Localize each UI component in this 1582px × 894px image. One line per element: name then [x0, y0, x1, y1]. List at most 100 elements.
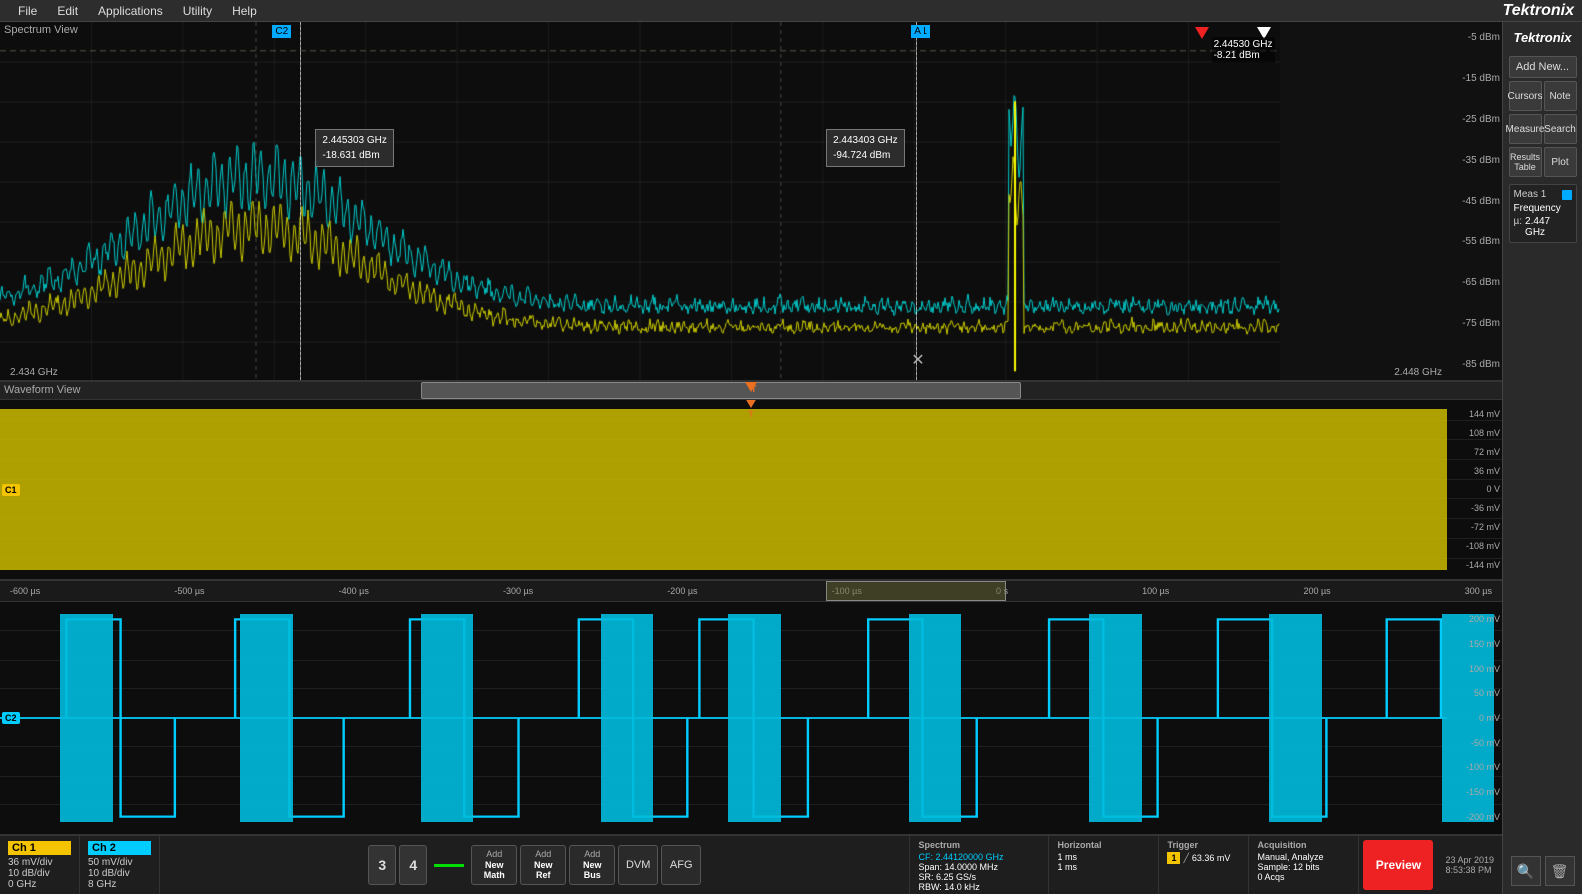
ch2-pulse-4b	[601, 718, 654, 822]
spectrum-view-label: Spectrum View	[4, 24, 78, 36]
meas1-title-row: Meas 1	[1514, 189, 1572, 200]
ch1-info: Ch 1 36 mV/div 10 dB/div 0 GHz	[0, 836, 80, 894]
meas1-dot	[1562, 190, 1572, 200]
ch2-pulse-6	[909, 614, 962, 718]
center-area: Spectrum View -5 dBm -15 dBm -25 dBm -35…	[0, 22, 1502, 894]
btn-4[interactable]: 4	[399, 845, 427, 885]
afg-btn[interactable]: AFG	[661, 845, 701, 885]
dvm-btn[interactable]: DVM	[618, 845, 658, 885]
note-btn[interactable]: Note	[1544, 81, 1577, 111]
ch2-pulse-5	[728, 614, 781, 718]
ch1-y-4: 0 V	[1449, 484, 1500, 494]
horiz-v1: 1 ms	[1057, 852, 1150, 862]
add-math-line3: Math	[484, 870, 505, 881]
preview-btn[interactable]: Preview	[1363, 840, 1433, 890]
spectrum-info: Spectrum CF: 2.44120000 GHz Span: 14.000…	[909, 836, 1049, 894]
add-math-line1: Add	[486, 849, 502, 860]
time-label-3: -300 µs	[503, 586, 533, 596]
time-axis: -600 µs -500 µs -400 µs -300 µs -200 µs …	[0, 580, 1502, 602]
add-math-btn[interactable]: Add New Math	[471, 845, 517, 885]
right-panel: Tektronix Add New... Cursors Note Measur…	[1502, 22, 1582, 894]
trigger-arrow: ╱	[1183, 853, 1188, 864]
y-label-2: -25 dBm	[1454, 114, 1500, 125]
add-new-btn[interactable]: Add New...	[1509, 56, 1577, 78]
ch1-v1: 36 mV/div	[8, 857, 71, 868]
add-bus-line2: New	[583, 860, 602, 871]
add-bus-btn[interactable]: Add New Bus	[569, 845, 615, 885]
plot-btn[interactable]: Plot	[1544, 147, 1577, 177]
ch1-y-labels: 144 mV 108 mV 72 mV 36 mV 0 V -36 mV -72…	[1447, 400, 1502, 579]
cursors-btn[interactable]: Cursors	[1509, 81, 1542, 111]
y-label-8: -85 dBm	[1454, 359, 1500, 370]
date-display: 23 Apr 2019	[1445, 855, 1494, 865]
cursor-white-freq: 2.443403 GHz	[833, 133, 898, 148]
delete-btn[interactable]: 🗑	[1545, 856, 1575, 886]
meas1-panel: Meas 1 Frequency µ: 2.447 GHz	[1509, 184, 1577, 243]
time-label-8: 200 µs	[1303, 586, 1330, 596]
time-label-2: -400 µs	[339, 586, 369, 596]
add-ref-line1: Add	[535, 849, 551, 860]
acq-header: Acquisition	[1257, 840, 1350, 850]
time-label-7: 100 µs	[1142, 586, 1169, 596]
acq-sample: Sample: 12 bits	[1257, 862, 1350, 872]
btn-3[interactable]: 3	[368, 845, 396, 885]
menu-help[interactable]: Help	[222, 2, 267, 20]
ch1-y-7: -108 mV	[1449, 541, 1500, 551]
menu-applications[interactable]: Applications	[88, 2, 173, 20]
y-label-4: -45 dBm	[1454, 196, 1500, 207]
ch2-info: Ch 2 50 mV/div 10 dB/div 8 GHz	[80, 836, 160, 894]
zoom-btn[interactable]: 🔍	[1511, 856, 1541, 886]
add-math-line2: New	[485, 860, 504, 871]
cursor-a-badge: A	[911, 25, 924, 38]
green-separator	[434, 864, 464, 867]
meas1-type: Frequency	[1514, 203, 1572, 214]
status-bar: Ch 1 36 mV/div 10 dB/div 0 GHz Ch 2 50 m…	[0, 834, 1502, 894]
measure-btn[interactable]: Measure	[1509, 114, 1542, 144]
y-label-7: -75 dBm	[1454, 318, 1500, 329]
datetime-info: 23 Apr 2019 8:53:38 PM	[1437, 836, 1502, 894]
trigger-r-marker	[1195, 27, 1209, 39]
add-ref-btn[interactable]: Add New Ref	[520, 845, 566, 885]
search-btn[interactable]: Search	[1544, 114, 1577, 144]
cursor-c2-badge: C2	[272, 25, 291, 38]
results-table-btn[interactable]: Results Table	[1509, 147, 1542, 177]
bottom-icons: 🔍 🗑	[1511, 852, 1575, 890]
ch1-badge: C1	[2, 484, 20, 496]
menu-edit[interactable]: Edit	[47, 2, 88, 20]
ch2-y-5: -50 mV	[1449, 738, 1500, 748]
menubar: File Edit Applications Utility Help Tekt…	[0, 0, 1582, 22]
waveform-t-label: T	[745, 409, 757, 419]
app-logo: Tektronix	[1503, 2, 1574, 20]
add-bus-line1: Add	[584, 849, 600, 860]
meas1-mu-label: µ:	[1514, 216, 1523, 238]
cursor-white-tooltip: 2.443403 GHz -94.724 dBm	[826, 129, 905, 167]
waveform-t-triangle	[745, 400, 757, 408]
ch2-y-labels: 200 mV 150 mV 100 mV 50 mV 0 mV -50 mV -…	[1447, 602, 1502, 834]
ch2-pulse-3	[421, 614, 474, 718]
waveform-scrollbar[interactable]: T	[0, 382, 1502, 400]
horiz-v2: 1 ms	[1057, 862, 1150, 872]
spectrum-cf: CF: 2.44120000 GHz	[918, 852, 1040, 862]
cursor-b-freq: 2.445303 GHz	[322, 133, 387, 148]
ch1-y-6: -72 mV	[1449, 522, 1500, 532]
trigger-val: 63.36 mV	[1192, 853, 1231, 863]
trigger-header: Trigger	[1167, 840, 1240, 850]
cursor-white-amp: -94.724 dBm	[833, 148, 898, 163]
menu-utility[interactable]: Utility	[173, 2, 222, 20]
ch2-pulse-8b	[1269, 718, 1322, 822]
menu-file[interactable]: File	[8, 2, 47, 20]
ch1-v2: 10 dB/div	[8, 868, 71, 879]
toolbar-center: 3 4 Add New Math Add New Ref Add New Bus	[160, 836, 909, 894]
add-ref-line2: New	[534, 860, 553, 871]
ch2-pulse-1	[60, 614, 113, 718]
time-display: 8:53:38 PM	[1445, 865, 1494, 875]
waveform-view: Waveform View T	[0, 382, 1502, 834]
time-highlight	[826, 581, 1006, 601]
acq-count: 0 Acqs	[1257, 872, 1350, 882]
scrollbar-thumb[interactable]	[421, 382, 1022, 399]
y-label-1: -15 dBm	[1454, 73, 1500, 84]
scroll-t-label: T	[751, 384, 757, 394]
cursor-b-amp: -18.631 dBm	[322, 148, 387, 163]
ch2-y-6: -100 mV	[1449, 762, 1500, 772]
ch1-y-2: 72 mV	[1449, 447, 1500, 457]
